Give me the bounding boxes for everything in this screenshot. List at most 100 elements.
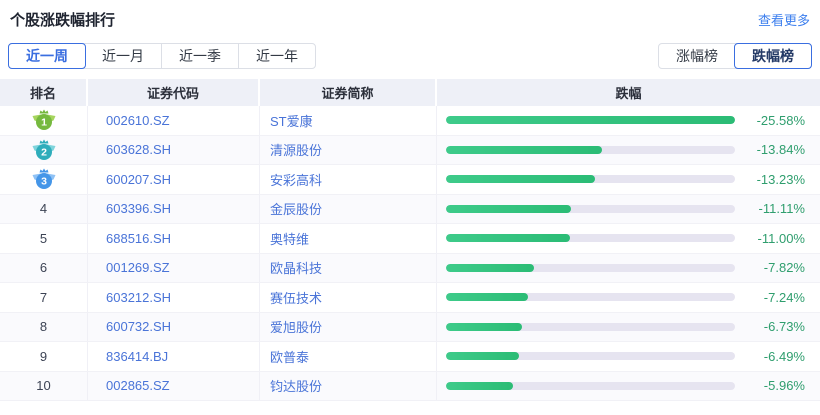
change-bar-track [446, 293, 735, 302]
rank-cell: 7 [0, 283, 88, 312]
change-value: -13.84% [756, 142, 805, 158]
change-cell: -11.00% [437, 224, 820, 253]
change-bar-track [446, 116, 735, 125]
change-value: -7.82% [763, 260, 805, 276]
change-bar-fill [446, 322, 522, 331]
table-row: 9 836414.BJ 欧普泰 -6.49% [0, 342, 820, 372]
stock-name[interactable]: 赛伍技术 [260, 283, 437, 312]
rank-cell: 10 [0, 371, 88, 400]
change-bar-track [446, 263, 735, 272]
stock-name[interactable]: 欧普泰 [260, 342, 437, 371]
period-tabs: 近一周 近一月 近一季 近一年 [8, 43, 316, 69]
board-tab-0[interactable]: 涨幅榜 [659, 44, 735, 68]
rank-cell: 6 [0, 253, 88, 282]
stock-name[interactable]: 爱旭股份 [260, 312, 437, 341]
stock-code[interactable]: 002865.SZ [88, 371, 260, 400]
stock-name[interactable]: 安彩高科 [260, 165, 437, 194]
rank-cell: 9 [0, 342, 88, 371]
change-bar-fill [446, 116, 735, 125]
change-bar-fill [446, 352, 520, 361]
table-row: 3 600207.SH 安彩高科 -13.23% [0, 165, 820, 195]
table-row: 4 603396.SH 金辰股份 -11.11% [0, 194, 820, 224]
change-bar-track [446, 175, 735, 184]
change-value: -11.11% [758, 201, 806, 217]
header-bar: 个股涨跌幅排行 查看更多 [0, 0, 820, 30]
stock-name[interactable]: 奥特维 [260, 224, 437, 253]
period-tab-0[interactable]: 近一周 [8, 43, 86, 69]
change-bar-fill [446, 204, 572, 213]
rank-medal-icon: 3 [32, 168, 55, 190]
change-bar-fill [446, 263, 535, 272]
stock-name[interactable]: 金辰股份 [260, 194, 437, 223]
stock-code[interactable]: 603628.SH [88, 135, 260, 164]
table-body: 1 002610.SZ ST爱康 -25.58% 2 603628.SH 清源股… [0, 106, 820, 401]
stock-code[interactable]: 600207.SH [88, 165, 260, 194]
rank-cell: 5 [0, 224, 88, 253]
svg-text:3: 3 [41, 176, 47, 188]
stock-code[interactable]: 688516.SH [88, 224, 260, 253]
change-cell: -25.58% [437, 106, 820, 135]
change-value: -25.58% [756, 112, 805, 128]
stock-code[interactable]: 001269.SZ [88, 253, 260, 282]
table-row: 5 688516.SH 奥特维 -11.00% [0, 224, 820, 254]
stock-code[interactable]: 836414.BJ [88, 342, 260, 371]
svg-text:1: 1 [41, 117, 47, 129]
change-value: -5.96% [763, 378, 805, 394]
table-row: 7 603212.SH 赛伍技术 -7.24% [0, 283, 820, 313]
rank-cell: 1 [0, 106, 88, 135]
stock-name[interactable]: 欧晶科技 [260, 253, 437, 282]
change-value: -11.00% [757, 230, 805, 246]
change-cell: -7.82% [437, 254, 820, 283]
change-value: -13.23% [756, 171, 805, 187]
column-header-rank: 排名 [0, 79, 88, 106]
change-value: -6.73% [763, 319, 805, 335]
column-header-change: 跌幅 [615, 86, 642, 101]
change-bar-track [446, 352, 735, 361]
period-tab-2[interactable]: 近一季 [161, 44, 238, 68]
table-row: 2 603628.SH 清源股份 -13.84% [0, 135, 820, 165]
rank-cell: 2 [0, 135, 88, 164]
table-row: 10 002865.SZ 钧达股份 -5.96% [0, 371, 820, 401]
change-bar-fill [446, 145, 603, 154]
controls-bar: 近一周 近一月 近一季 近一年 涨幅榜 跌幅榜 [8, 43, 812, 69]
change-bar-track [446, 322, 735, 331]
stock-name[interactable]: 清源股份 [260, 135, 437, 164]
change-value: -6.49% [763, 348, 805, 364]
column-header-name: 证券简称 [260, 79, 437, 106]
stock-code[interactable]: 603212.SH [88, 283, 260, 312]
rank-cell: 3 [0, 165, 88, 194]
change-bar-fill [446, 381, 514, 390]
change-cell: -7.24% [437, 283, 820, 312]
view-more-link[interactable]: 查看更多 [758, 10, 810, 29]
change-bar-track [446, 204, 735, 213]
ranking-table: 排名 证券代码 证券简称 跌幅 1 002610.SZ ST爱康 -25.58%… [0, 79, 820, 401]
change-cell: -6.49% [437, 342, 820, 371]
stock-name[interactable]: 钧达股份 [260, 371, 437, 400]
change-bar-track [446, 234, 735, 243]
change-cell: -5.96% [437, 372, 820, 401]
stock-code[interactable]: 600732.SH [88, 312, 260, 341]
period-tab-3[interactable]: 近一年 [238, 44, 315, 68]
stock-code[interactable]: 603396.SH [88, 194, 260, 223]
page-title: 个股涨跌幅排行 [10, 12, 116, 29]
board-tab-1[interactable]: 跌幅榜 [734, 43, 812, 69]
change-bar-track [446, 381, 735, 390]
table-row: 1 002610.SZ ST爱康 -25.58% [0, 106, 820, 136]
change-bar-track [446, 145, 735, 154]
rank-medal-icon: 2 [32, 139, 55, 160]
change-bar-fill [446, 234, 571, 243]
change-cell: -6.73% [437, 313, 820, 342]
rank-cell: 4 [0, 194, 88, 223]
change-cell: -13.23% [437, 165, 820, 194]
board-tabs: 涨幅榜 跌幅榜 [658, 43, 812, 69]
change-cell: -13.84% [437, 136, 820, 165]
rank-cell: 8 [0, 312, 88, 341]
change-cell: -11.11% [437, 195, 820, 224]
period-tab-1[interactable]: 近一月 [85, 44, 161, 68]
stock-name[interactable]: ST爱康 [260, 106, 437, 135]
change-bar-fill [446, 293, 528, 302]
table-row: 6 001269.SZ 欧晶科技 -7.82% [0, 253, 820, 283]
stock-code[interactable]: 002610.SZ [88, 106, 260, 135]
change-bar-fill [446, 175, 596, 184]
column-header-code: 证券代码 [88, 79, 260, 106]
